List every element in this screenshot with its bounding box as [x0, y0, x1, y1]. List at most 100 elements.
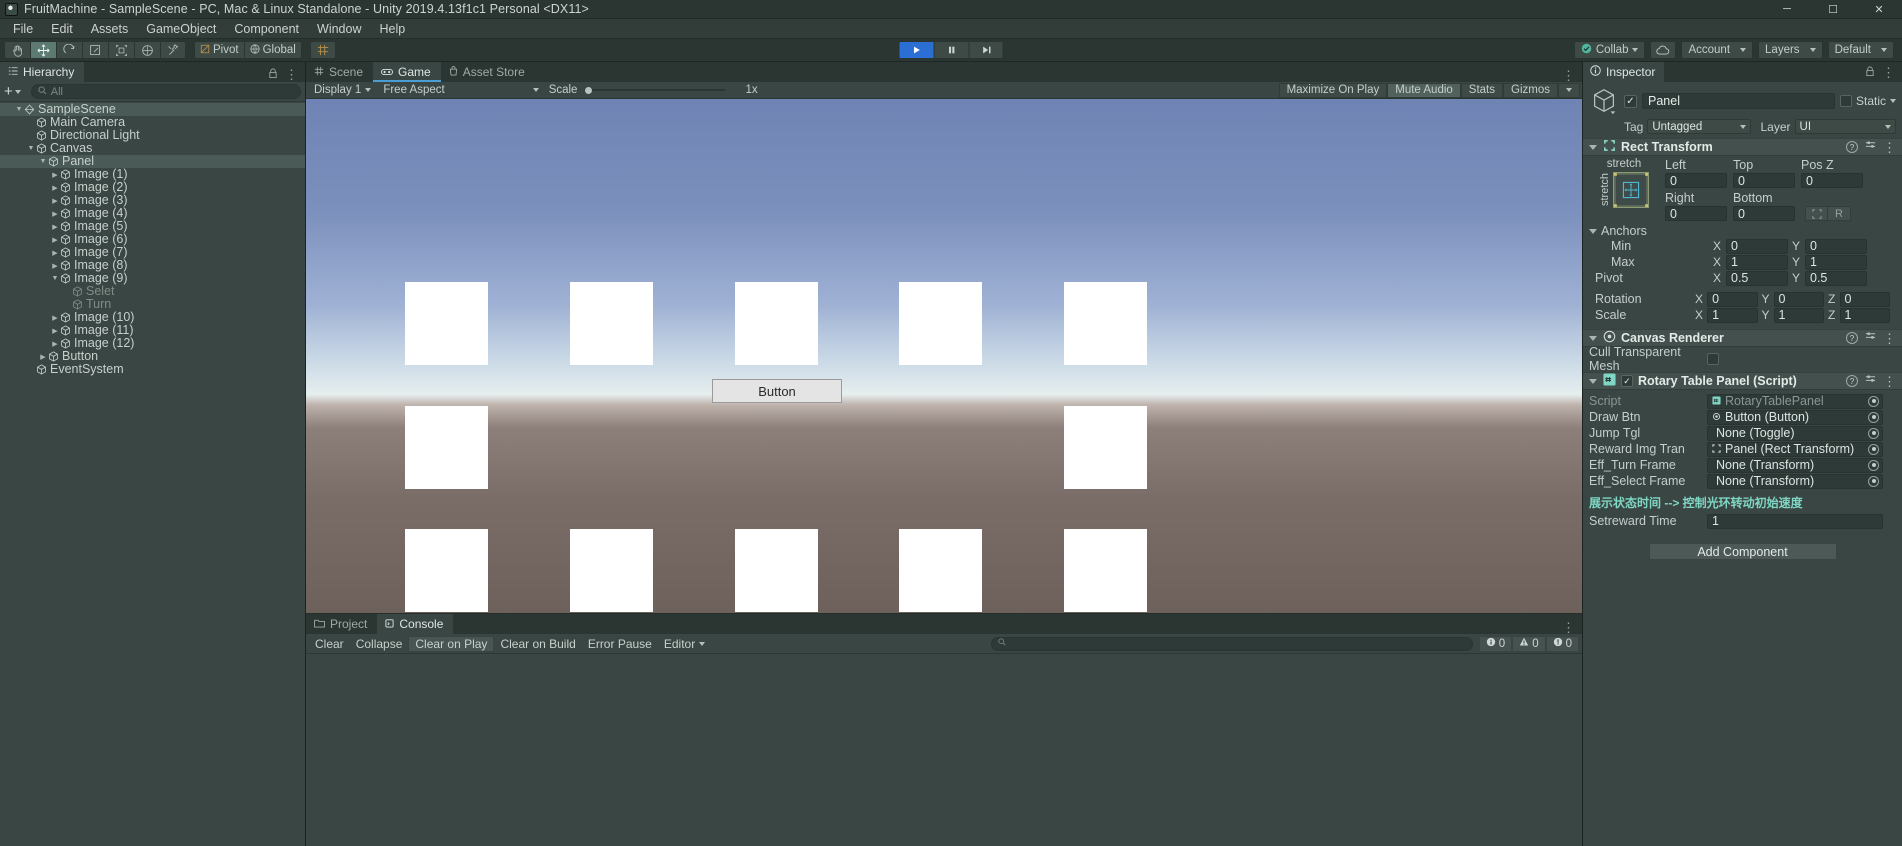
scale-z-input[interactable]: 1 [1839, 307, 1890, 323]
chevron-right-icon[interactable]: ▶ [50, 340, 60, 348]
game-tile[interactable] [1064, 406, 1147, 489]
tab-scene[interactable]: Scene [306, 62, 374, 82]
chevron-right-icon[interactable]: ▶ [50, 327, 60, 335]
hierarchy-item-image-12[interactable]: ▶ Image (12) [0, 337, 305, 350]
cloud-services-icon[interactable] [1650, 41, 1677, 59]
help-icon[interactable]: ? [1846, 332, 1858, 344]
rotation-x-input[interactable]: 0 [1707, 291, 1758, 307]
chevron-right-icon[interactable]: ▶ [50, 223, 60, 231]
scale-tool-icon[interactable] [82, 41, 108, 59]
lock-icon[interactable] [268, 66, 278, 82]
game-tile[interactable] [405, 282, 488, 365]
transform-tool-icon[interactable] [134, 41, 160, 59]
chevron-right-icon[interactable]: ▶ [50, 171, 60, 179]
chevron-right-icon[interactable]: ▶ [50, 314, 60, 322]
pivot-toggle[interactable]: Pivot [194, 41, 245, 59]
global-toggle[interactable]: Global [244, 41, 302, 59]
custom-tool-icon[interactable] [160, 41, 186, 59]
create-gameobject-button[interactable]: + [4, 84, 21, 99]
hierarchy-item-image-8[interactable]: ▶ Image (8) [0, 259, 305, 272]
hierarchy-item-image-1[interactable]: ▶ Image (1) [0, 168, 305, 181]
hierarchy-item-turn[interactable]: ▶Turn [0, 298, 305, 311]
preset-icon[interactable] [1865, 140, 1876, 154]
anchor-min-x-input[interactable]: 0 [1726, 238, 1788, 254]
console-collapse-button[interactable]: Collapse [350, 636, 409, 652]
stats-button[interactable]: Stats [1460, 82, 1504, 98]
hierarchy-item-samplescene[interactable]: ▼ SampleScene [0, 103, 305, 116]
static-toggle[interactable]: Static [1839, 94, 1896, 108]
tab-project[interactable]: Project [306, 614, 378, 634]
foldout-icon[interactable] [1589, 378, 1597, 384]
maximize-on-play-button[interactable]: Maximize On Play [1278, 82, 1388, 98]
object-picker-icon[interactable] [1868, 427, 1879, 439]
move-tool-icon[interactable] [30, 41, 56, 59]
game-tile[interactable] [570, 529, 653, 612]
game-tile[interactable] [735, 282, 818, 365]
rotary-table-panel-header[interactable]: ✓ Rotary Table Panel (Script) ? ⋮ [1583, 372, 1902, 390]
pivot-y-input[interactable]: 0.5 [1805, 270, 1867, 286]
hierarchy-item-image-11[interactable]: ▶ Image (11) [0, 324, 305, 337]
script-field-value[interactable]: RotaryTablePanel [1707, 393, 1883, 409]
hierarchy-item-button[interactable]: ▶ Button [0, 350, 305, 363]
error-count-badge[interactable]: 0 [1545, 635, 1579, 652]
log-count-badge[interactable]: 0 [1478, 635, 1513, 652]
chevron-down-icon[interactable]: ▼ [50, 275, 60, 282]
chevron-right-icon[interactable]: ▶ [50, 262, 60, 270]
pivot-x-input[interactable]: 0.5 [1726, 270, 1788, 286]
component-menu-icon[interactable]: ⋮ [1883, 141, 1896, 154]
inspector-menu-icon[interactable]: ⋮ [1882, 66, 1895, 79]
game-view[interactable]: Button [306, 99, 1582, 613]
rotate-tool-icon[interactable] [56, 41, 82, 59]
object-picker-icon[interactable] [1868, 443, 1879, 455]
display-dropdown[interactable]: Display 1 [308, 83, 377, 98]
hierarchy-menu-icon[interactable]: ⋮ [285, 68, 298, 81]
console-clear-on-build-button[interactable]: Clear on Build [494, 636, 581, 652]
minimize-button[interactable]: ─ [1764, 0, 1810, 19]
raw-edit-mode-button[interactable]: R [1828, 206, 1851, 221]
object-enabled-checkbox[interactable]: ✓ [1624, 94, 1637, 108]
scale-slider-track[interactable] [585, 86, 726, 94]
blueprint-mode-icon[interactable] [1805, 206, 1828, 221]
script-field-value[interactable]: Button (Button) [1707, 409, 1883, 425]
game-tile[interactable] [570, 282, 653, 365]
game-tile[interactable] [405, 406, 488, 489]
scale-x-input[interactable]: 1 [1707, 307, 1758, 323]
collab-button[interactable]: Collab [1573, 41, 1646, 59]
script-field-value[interactable]: None (Transform) [1707, 473, 1883, 489]
posz-input[interactable]: 0 [1801, 173, 1863, 188]
scale-slider[interactable]: Scale 1x [545, 83, 764, 98]
tab-inspector[interactable]: Inspector [1583, 62, 1665, 82]
game-tile[interactable] [1064, 529, 1147, 612]
right-input[interactable]: 0 [1665, 206, 1727, 221]
chevron-down-icon[interactable]: ▼ [26, 145, 36, 152]
chevron-down-icon[interactable]: ▼ [38, 158, 48, 165]
top-input[interactable]: 0 [1733, 173, 1795, 188]
menu-file[interactable]: File [4, 19, 42, 39]
game-tile[interactable] [735, 529, 818, 612]
console-clear-on-play-button[interactable]: Clear on Play [408, 635, 495, 652]
menu-window[interactable]: Window [308, 19, 370, 39]
game-draw-button[interactable]: Button [712, 379, 842, 403]
anchor-max-x-input[interactable]: 1 [1726, 254, 1788, 270]
console-search-input[interactable] [990, 636, 1473, 651]
game-tile[interactable] [899, 529, 982, 612]
left-input[interactable]: 0 [1665, 173, 1727, 188]
foldout-icon[interactable] [1589, 335, 1597, 341]
object-picker-icon[interactable] [1868, 459, 1879, 471]
hierarchy-item-directional-light[interactable]: ▶Directional Light [0, 129, 305, 142]
console-menu-icon[interactable]: ⋮ [1562, 621, 1575, 634]
hierarchy-item-image-7[interactable]: ▶ Image (7) [0, 246, 305, 259]
foldout-icon[interactable] [1589, 228, 1597, 234]
anchor-max-y-input[interactable]: 1 [1805, 254, 1867, 270]
hierarchy-item-eventsystem[interactable]: ▶EventSystem [0, 363, 305, 376]
static-checkbox[interactable] [1839, 95, 1852, 107]
hierarchy-item-selet[interactable]: ▶Selet [0, 285, 305, 298]
console-log-list[interactable] [306, 654, 1582, 846]
hierarchy-item-image-9[interactable]: ▼ Image (9) [0, 272, 305, 285]
rotation-z-input[interactable]: 0 [1839, 291, 1890, 307]
grid-snap-icon[interactable] [309, 41, 336, 59]
chevron-down-icon[interactable]: ▼ [14, 106, 24, 113]
hand-tool-icon[interactable] [4, 41, 30, 59]
preset-icon[interactable] [1865, 374, 1876, 388]
close-button[interactable]: ✕ [1856, 0, 1902, 19]
